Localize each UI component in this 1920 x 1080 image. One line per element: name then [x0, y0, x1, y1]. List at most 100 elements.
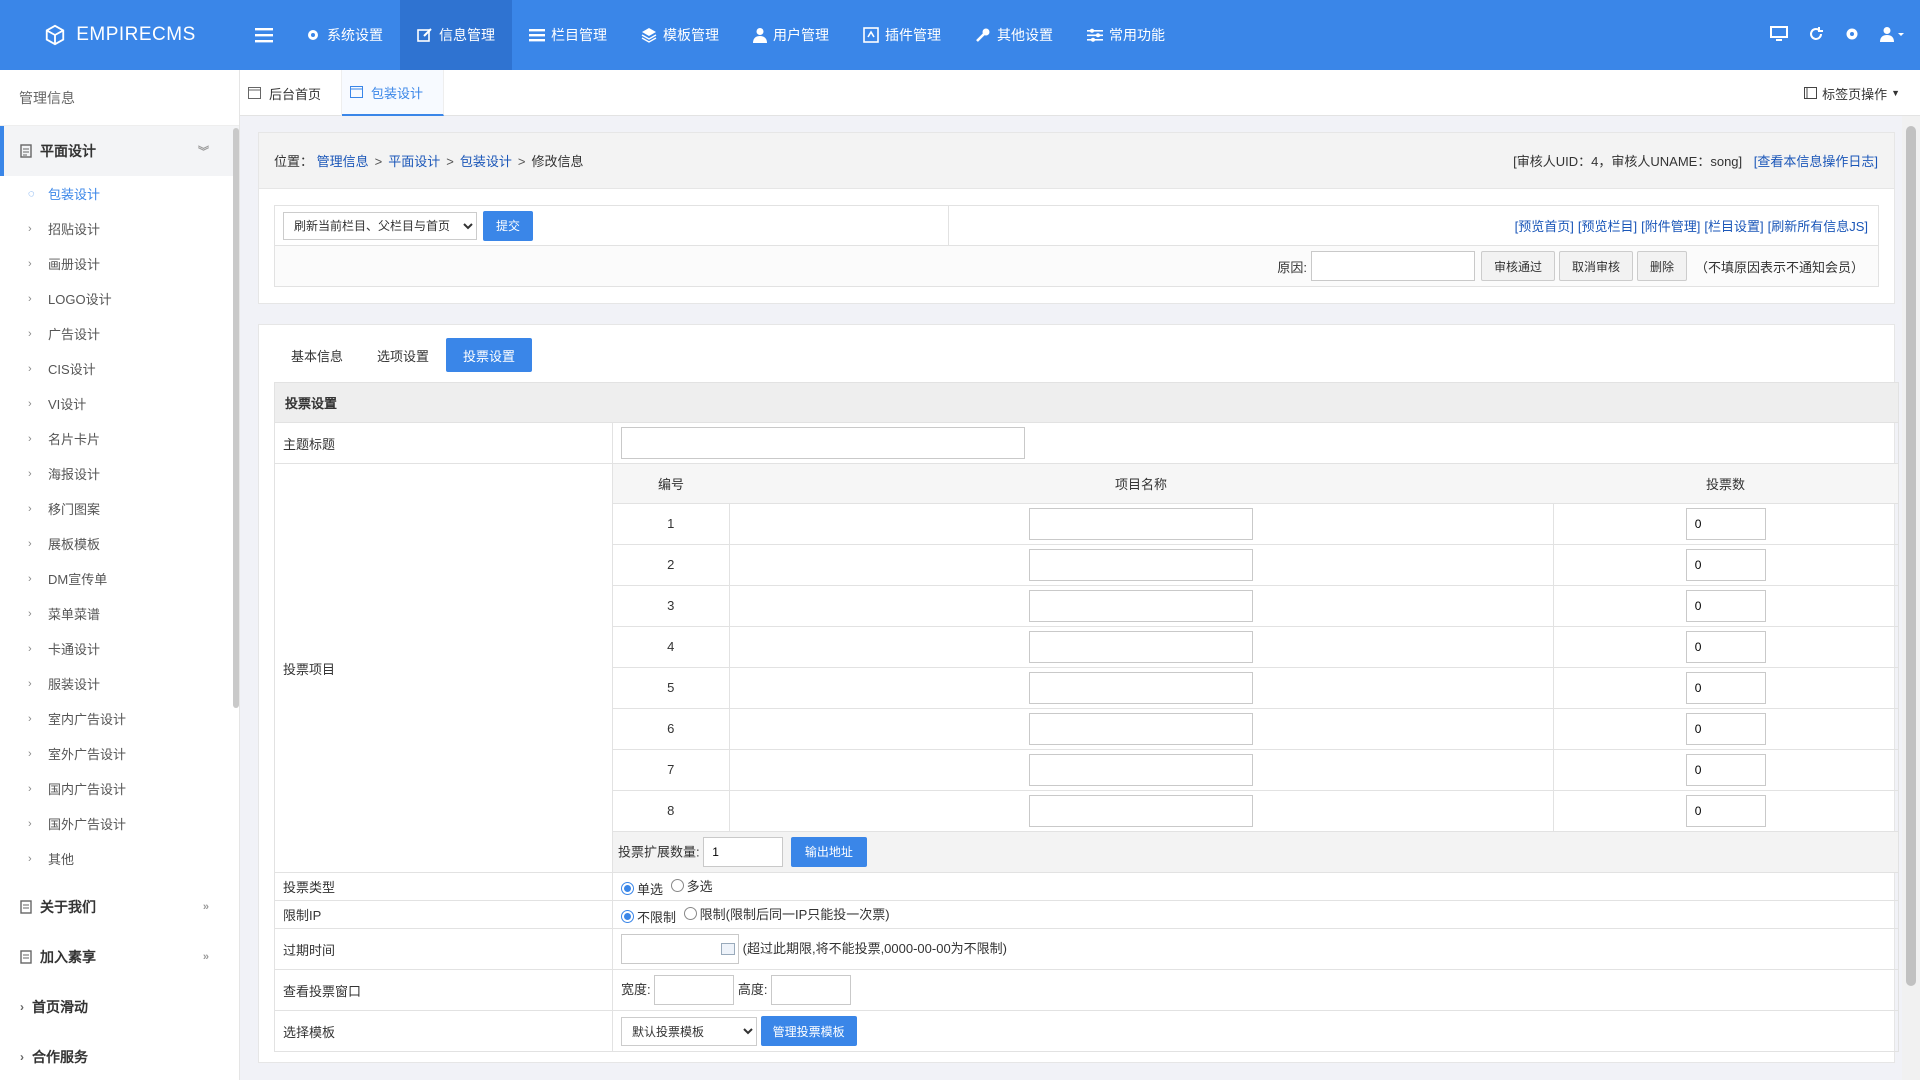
vote-item-name-input[interactable]	[1029, 507, 1253, 540]
vote-count-input[interactable]	[1685, 753, 1766, 786]
refresh-all-js-link[interactable]: [刷新所有信息JS]	[1768, 216, 1868, 235]
sidebar-item[interactable]: › 国外广告设计	[0, 806, 239, 841]
vote-count-input[interactable]	[1685, 630, 1766, 663]
sidebar-item[interactable]: › 其他	[0, 841, 239, 876]
sidebar-item[interactable]: › DM宣传单	[0, 561, 239, 596]
operation-log-link[interactable]: [查看本信息操作日志]	[1754, 154, 1878, 169]
vote-count-input[interactable]	[1685, 589, 1766, 622]
settings-gear-icon[interactable]	[1844, 26, 1860, 45]
app-logo[interactable]: EMPIRECMS	[0, 0, 240, 70]
topic-title-input[interactable]	[621, 427, 1025, 459]
vote-item-name-input[interactable]	[1029, 589, 1253, 622]
vote-item-name-input[interactable]	[1029, 794, 1253, 827]
vote-count-input[interactable]	[1685, 507, 1766, 540]
tab-operations-dropdown[interactable]: 标签页操作 ▼	[1804, 70, 1900, 116]
subtab-basic-info[interactable]: 基本信息	[274, 338, 360, 372]
preview-column-link[interactable]: [预览栏目]	[1578, 216, 1637, 235]
nav-column-management[interactable]: 栏目管理	[512, 0, 624, 70]
calendar-icon[interactable]	[721, 943, 735, 955]
manage-templates-button[interactable]: 管理投票模板	[760, 1016, 857, 1046]
sidebar-item[interactable]: › CIS设计	[0, 351, 239, 386]
subtab-option-settings[interactable]: 选项设置	[360, 338, 446, 372]
vote-item-name-input[interactable]	[1029, 712, 1253, 745]
ext-count-input[interactable]	[703, 837, 784, 867]
vote-item-name-input[interactable]	[1029, 548, 1253, 581]
breadcrumb-current: 修改信息	[531, 154, 584, 169]
page-scrollbar-thumb[interactable]	[1906, 126, 1916, 986]
ip-limit-radio[interactable]: 限制(限制后同一IP只能投一次票)	[683, 904, 890, 923]
breadcrumb-link[interactable]: 管理信息	[317, 154, 369, 169]
sidebar-item[interactable]: › 展板模板	[0, 526, 239, 561]
sidebar-item[interactable]: › 画册设计	[0, 246, 239, 281]
sidebar-item[interactable]: › VI设计	[0, 386, 239, 421]
chevron-right-icon: ›	[28, 432, 32, 445]
sidebar-item[interactable]: › 广告设计	[0, 316, 239, 351]
col-header-votes: 投票数	[1553, 464, 1898, 503]
vote-template-select[interactable]: 默认投票模板	[621, 1017, 757, 1046]
sidebar-group-about[interactable]: 关于我们 »	[0, 882, 239, 932]
tab-packaging-design[interactable]: 包装设计	[342, 70, 445, 116]
vote-item-row: 1	[613, 502, 1898, 544]
column-settings-link[interactable]: [栏目设置]	[1704, 216, 1763, 235]
sidebar-item[interactable]: › 国内广告设计	[0, 771, 239, 806]
reason-input[interactable]	[1310, 251, 1475, 281]
sidebar-item[interactable]: › LOGO设计	[0, 281, 239, 316]
sidebar-group-home-slider[interactable]: › 首页滑动	[0, 982, 239, 1032]
nav-plugin-management[interactable]: 插件管理	[846, 0, 958, 70]
vote-item-row: 8	[613, 789, 1898, 831]
preview-home-link[interactable]: [预览首页]	[1515, 216, 1574, 235]
vote-type-single-radio[interactable]: 单选	[621, 879, 663, 898]
sidebar-item[interactable]: › 海报设计	[0, 456, 239, 491]
caret-down-icon: ▼	[1891, 88, 1900, 98]
sidebar-group-join[interactable]: 加入素享 »	[0, 932, 239, 982]
nav-user-management[interactable]: 用户管理	[736, 0, 846, 70]
sidebar-group-cooperation[interactable]: › 合作服务	[0, 1032, 239, 1080]
menu-toggle-button[interactable]	[240, 0, 288, 70]
expire-label: 过期时间	[274, 928, 613, 970]
page-scrollbar[interactable]	[1902, 116, 1920, 1080]
nav-info-management[interactable]: 信息管理	[400, 0, 512, 70]
ip-no-limit-radio[interactable]: 不限制	[621, 907, 676, 926]
sidebar-item[interactable]: › 名片卡片	[0, 421, 239, 456]
refresh-icon[interactable]	[1808, 26, 1824, 45]
attachment-management-link[interactable]: [附件管理]	[1641, 216, 1700, 235]
monitor-icon[interactable]	[1770, 25, 1788, 45]
approve-button[interactable]: 审核通过	[1480, 251, 1555, 281]
subtab-vote-settings[interactable]: 投票设置	[446, 338, 533, 372]
vote-type-multi-radio[interactable]: 多选	[670, 876, 713, 895]
nav-system-settings[interactable]: 系统设置	[288, 0, 400, 70]
tab-home[interactable]: 后台首页	[240, 70, 343, 116]
vote-item-name-input[interactable]	[1029, 630, 1253, 663]
breadcrumb: 位置： 管理信息 > 平面设计 > 包装设计 > 修改信息	[274, 154, 584, 169]
delete-button[interactable]: 删除	[1636, 251, 1687, 281]
sidebar-item[interactable]: › 室外广告设计	[0, 736, 239, 771]
sidebar-item[interactable]: ◌ 包装设计	[0, 176, 239, 211]
nav-other-settings[interactable]: 其他设置	[958, 0, 1070, 70]
window-width-input[interactable]	[654, 975, 735, 1005]
sidebar-scrollbar[interactable]	[233, 128, 239, 708]
vote-count-input[interactable]	[1685, 794, 1766, 827]
vote-count-input[interactable]	[1685, 671, 1766, 704]
vote-count-input[interactable]	[1685, 548, 1766, 581]
breadcrumb-link[interactable]: 包装设计	[460, 154, 512, 169]
sidebar-item[interactable]: › 室内广告设计	[0, 701, 239, 736]
refresh-scope-select[interactable]: 刷新当前栏目、父栏目与首页	[283, 211, 477, 240]
submit-button[interactable]: 提交	[483, 210, 534, 241]
window-height-input[interactable]	[771, 975, 852, 1005]
sidebar-item[interactable]: › 招贴设计	[0, 211, 239, 246]
sidebar-item[interactable]: › 移门图案	[0, 491, 239, 526]
nav-common-functions[interactable]: 常用功能	[1070, 0, 1182, 70]
nav-template-management[interactable]: 模板管理	[624, 0, 736, 70]
output-address-button[interactable]: 输出地址	[790, 836, 867, 867]
sidebar-item[interactable]: › 菜单菜谱	[0, 596, 239, 631]
vote-count-input[interactable]	[1685, 712, 1766, 745]
vote-item-name-input[interactable]	[1029, 671, 1253, 704]
breadcrumb-link[interactable]: 平面设计	[388, 154, 440, 169]
cancel-approve-button[interactable]: 取消审核	[1558, 251, 1633, 281]
sidebar-item[interactable]: › 服装设计	[0, 666, 239, 701]
sidebar-item[interactable]: › 卡通设计	[0, 631, 239, 666]
sidebar-group-graphic-design[interactable]: 平面设计 ︾	[0, 126, 239, 176]
form-subtabs: 基本信息 选项设置 投票设置	[274, 338, 1879, 372]
vote-item-name-input[interactable]	[1029, 753, 1253, 786]
user-menu-icon[interactable]	[1880, 26, 1906, 45]
